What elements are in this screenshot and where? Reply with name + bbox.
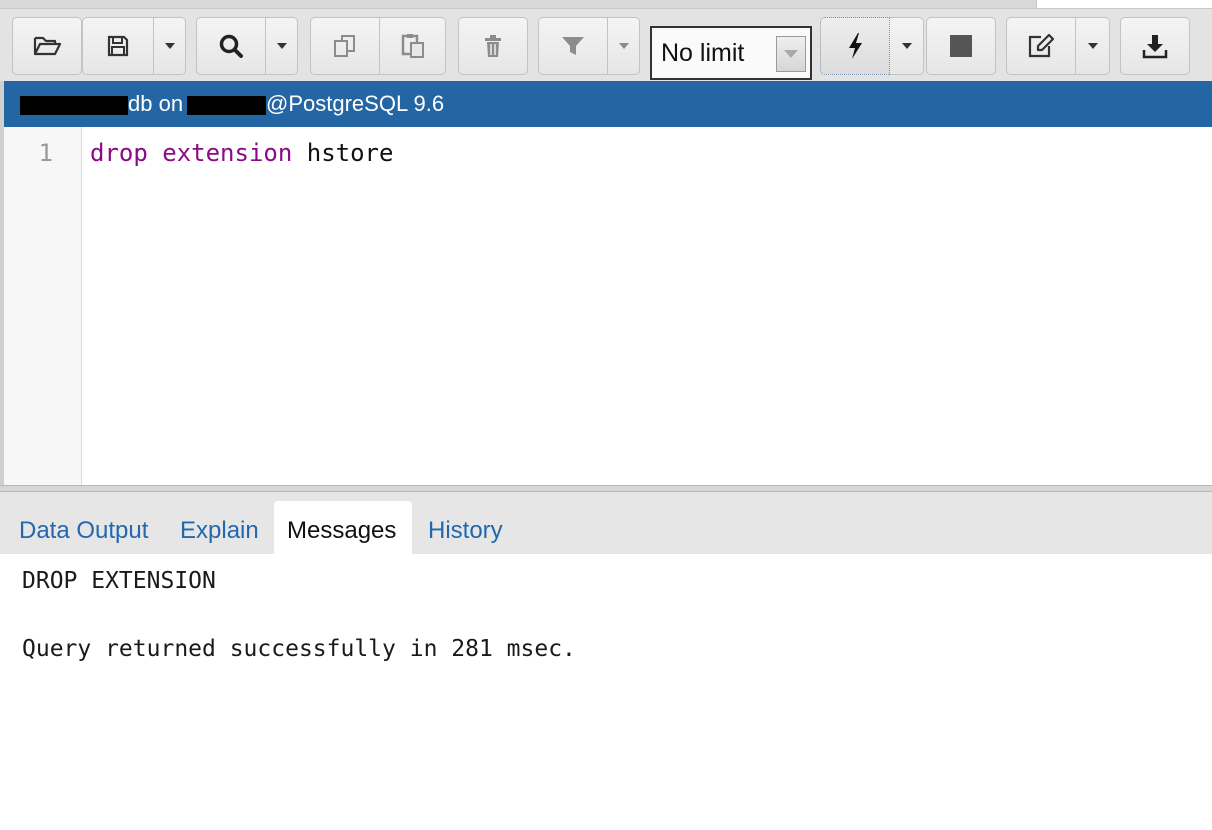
tab-history[interactable]: History (415, 501, 516, 554)
message-line: DROP EXTENSION (22, 568, 216, 594)
stop-button[interactable] (926, 17, 996, 75)
sql-identifier: hstore (306, 139, 394, 167)
row-limit-select[interactable]: No limit (650, 26, 812, 80)
trash-icon (485, 35, 501, 57)
save-button[interactable] (82, 17, 154, 75)
save-icon (107, 35, 129, 57)
window-top-strip (0, 0, 1212, 9)
chevron-down-icon (164, 43, 175, 49)
edit-options-dropdown[interactable] (1076, 17, 1110, 75)
execute-options-dropdown[interactable] (890, 17, 924, 75)
chevron-down-icon (784, 50, 798, 58)
filter-button[interactable] (538, 17, 608, 75)
download-icon (1142, 35, 1168, 59)
stop-icon (950, 35, 972, 57)
search-icon (219, 34, 243, 58)
tab-data-output[interactable]: Data Output (6, 501, 161, 554)
folder-open-icon (33, 36, 61, 56)
filter-icon (562, 37, 584, 55)
edit-icon (1028, 33, 1055, 58)
filter-options-dropdown[interactable] (608, 17, 640, 75)
sql-editor[interactable]: 1 drop extension hstore (4, 127, 1212, 485)
find-options-dropdown[interactable] (266, 17, 298, 75)
find-button[interactable] (196, 17, 266, 75)
copy-button[interactable] (310, 17, 380, 75)
paste-icon (401, 34, 424, 58)
chevron-down-icon (618, 43, 629, 49)
tab-messages[interactable]: Messages (274, 501, 412, 554)
redaction-block (187, 96, 266, 115)
edit-button[interactable] (1006, 17, 1076, 75)
messages-panel: DROP EXTENSION Query returned successful… (0, 554, 1212, 830)
redaction-block (20, 96, 128, 115)
window-corner (1036, 0, 1212, 8)
delete-button[interactable] (458, 17, 528, 75)
line-number-gutter: 1 (4, 127, 82, 485)
sql-keyword: drop (90, 139, 148, 167)
message-line: Query returned successfully in 281 msec. (22, 636, 576, 662)
open-file-button[interactable] (12, 17, 82, 75)
line-number: 1 (38, 139, 53, 167)
panel-splitter[interactable] (0, 485, 1212, 492)
chevron-down-icon (901, 43, 912, 49)
toolbar: No limit (0, 9, 1212, 81)
lightning-icon (849, 33, 862, 59)
code-line[interactable]: drop extension hstore (90, 139, 393, 167)
row-limit-arrow[interactable] (776, 36, 806, 72)
sql-keyword: extension (162, 139, 293, 167)
save-options-dropdown[interactable] (154, 17, 186, 75)
download-button[interactable] (1120, 17, 1190, 75)
results-tabbar: Data Output Explain Messages History (0, 492, 1212, 554)
chevron-down-icon (276, 43, 287, 49)
connection-bar: db on @PostgreSQL 9.6 (0, 81, 1212, 127)
tab-explain[interactable]: Explain (167, 501, 272, 554)
copy-icon (334, 35, 355, 57)
row-limit-value: No limit (661, 38, 745, 67)
chevron-down-icon (1087, 43, 1098, 49)
execute-button[interactable] (820, 17, 890, 75)
connection-server-label: @PostgreSQL 9.6 (266, 91, 445, 116)
paste-button[interactable] (380, 17, 446, 75)
connection-db-label: db on (128, 91, 184, 116)
